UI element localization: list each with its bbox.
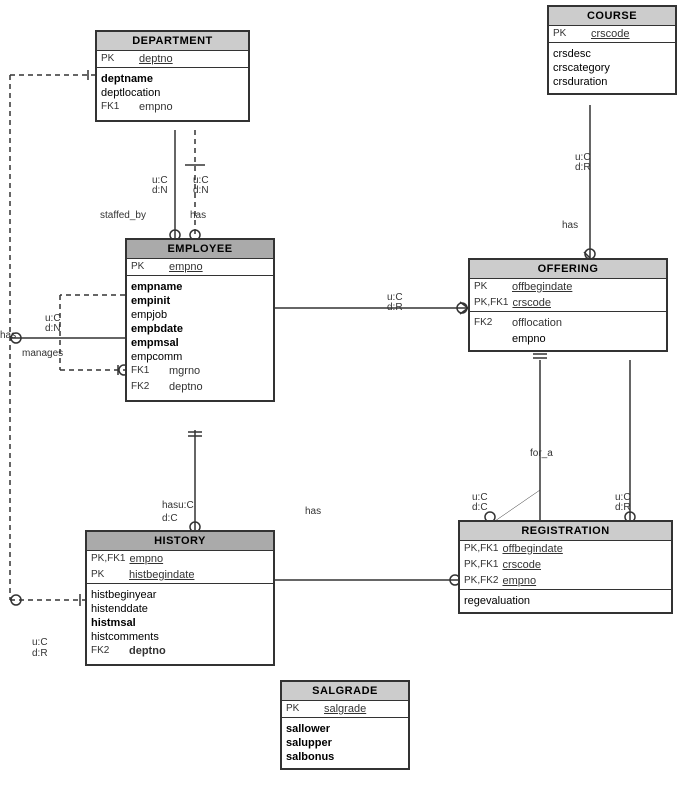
reg-pkfk2-label: PK,FK2	[464, 575, 502, 586]
off-fk2-label: FK2	[474, 317, 512, 328]
label-has-hist: has	[305, 506, 321, 517]
label-dn-dept-staffed: d:N	[152, 185, 168, 196]
sal-field-salbonus: salbonus	[286, 750, 404, 764]
sal-field-salupper: salupper	[286, 736, 404, 750]
off-pkfk1-label: PK,FK1	[474, 297, 512, 308]
emp-pk-field: empno	[169, 261, 203, 273]
off-fk2-offlocation: offlocation	[512, 317, 562, 329]
course-entity: COURSE PK crscode crsdesc crscategory cr…	[547, 5, 677, 95]
label-staffed-by: staffed_by	[100, 210, 146, 221]
sal-pk-label: PK	[286, 703, 324, 714]
off-pkfk1-crscode: crscode	[512, 297, 551, 309]
hist-field-histbeginyear: histbeginyear	[91, 588, 269, 602]
hist-fk2-deptno: deptno	[129, 645, 166, 657]
emp-field-empcomm: empcomm	[131, 350, 269, 364]
salgrade-title: SALGRADE	[282, 682, 408, 701]
emp-pk-label: PK	[131, 261, 169, 272]
off-pk-offbegindate: offbegindate	[512, 281, 572, 293]
hist-field-histmsal: histmsal	[91, 616, 269, 630]
label-dr-left-hist: d:R	[32, 648, 48, 659]
off-pk-label: PK	[474, 281, 512, 292]
label-manages: manages	[22, 348, 63, 359]
course-field-crsduration: crsduration	[553, 75, 671, 89]
hist-pkfk1-empno: empno	[129, 553, 163, 565]
employee-entity: EMPLOYEE PK empno empname empinit empjob…	[125, 238, 275, 402]
hist-pk-histbegindate: histbegindate	[129, 569, 194, 581]
off-field-empno: empno	[474, 332, 662, 346]
emp-fk1-field: mgrno	[169, 365, 200, 377]
sal-pk-field: salgrade	[324, 703, 366, 715]
dept-field-deptname: deptname	[101, 72, 244, 86]
emp-field-empmsal: empmsal	[131, 336, 269, 350]
sal-field-sallower: sallower	[286, 722, 404, 736]
hist-field-histenddate: histenddate	[91, 602, 269, 616]
label-dn-dept-has: d:N	[193, 185, 209, 196]
salgrade-entity: SALGRADE PK salgrade sallower salupper s…	[280, 680, 410, 770]
registration-entity: REGISTRATION PK,FK1 offbegindate PK,FK1 …	[458, 520, 673, 614]
label-dc-hist: d:C	[162, 513, 178, 524]
label-dc-reg-left: d:C	[472, 502, 488, 513]
label-dr-course-off: d:R	[575, 162, 591, 173]
emp-field-empname: empname	[131, 280, 269, 294]
emp-field-empinit: empinit	[131, 294, 269, 308]
hist-pk-label: PK	[91, 569, 129, 580]
label-has-left: has	[0, 330, 16, 341]
hist-fk2-label: FK2	[91, 645, 129, 656]
registration-title: REGISTRATION	[460, 522, 671, 541]
hist-field-histcomments: histcomments	[91, 630, 269, 644]
dept-pk-label: PK	[101, 53, 139, 64]
emp-fk2-label: FK2	[131, 381, 169, 392]
department-title: DEPARTMENT	[97, 32, 248, 51]
dept-fk1-field: empno	[139, 101, 173, 113]
label-dn-has-left: d:N	[45, 323, 61, 334]
label-dr-emp-off: d:R	[387, 302, 403, 313]
course-field-crsdesc: crsdesc	[553, 47, 671, 61]
label-hasuc-hist: hasu:C	[162, 500, 194, 511]
reg-field-regevaluation: regevaluation	[464, 594, 667, 608]
dept-fk1-label: FK1	[101, 101, 139, 112]
department-entity: DEPARTMENT PK deptno deptname deptlocati…	[95, 30, 250, 122]
course-title: COURSE	[549, 7, 675, 26]
dept-field-deptlocation: deptlocation	[101, 86, 244, 100]
emp-field-empbdate: empbdate	[131, 322, 269, 336]
emp-field-empjob: empjob	[131, 308, 269, 322]
employee-title: EMPLOYEE	[127, 240, 273, 259]
history-entity: HISTORY PK,FK1 empno PK histbegindate hi…	[85, 530, 275, 666]
reg-pkfk1b-crscode: crscode	[502, 559, 541, 571]
reg-pkfk1a-offbegindate: offbegindate	[502, 543, 562, 555]
reg-pkfk1a-label: PK,FK1	[464, 543, 502, 554]
reg-pkfk1b-label: PK,FK1	[464, 559, 502, 570]
offering-entity: OFFERING PK offbegindate PK,FK1 crscode …	[468, 258, 668, 352]
offering-title: OFFERING	[470, 260, 666, 279]
label-dr-reg-right: d:R	[615, 502, 631, 513]
course-field-crscategory: crscategory	[553, 61, 671, 75]
label-uc-left-hist: u:C	[32, 637, 48, 648]
emp-fk2-field: deptno	[169, 381, 203, 393]
reg-pkfk2-empno: empno	[502, 575, 536, 587]
label-has-dept-emp: has	[190, 210, 206, 221]
label-has-course-off: has	[562, 220, 578, 231]
hist-pkfk1-label: PK,FK1	[91, 553, 129, 564]
course-pk-field: crscode	[591, 28, 630, 40]
erd-diagram: DEPARTMENT PK deptno deptname deptlocati…	[0, 0, 690, 803]
course-pk-label: PK	[553, 28, 591, 39]
dept-pk-field: deptno	[139, 53, 173, 65]
emp-fk1-label: FK1	[131, 365, 169, 376]
history-title: HISTORY	[87, 532, 273, 551]
label-for-a: for_a	[530, 448, 553, 459]
